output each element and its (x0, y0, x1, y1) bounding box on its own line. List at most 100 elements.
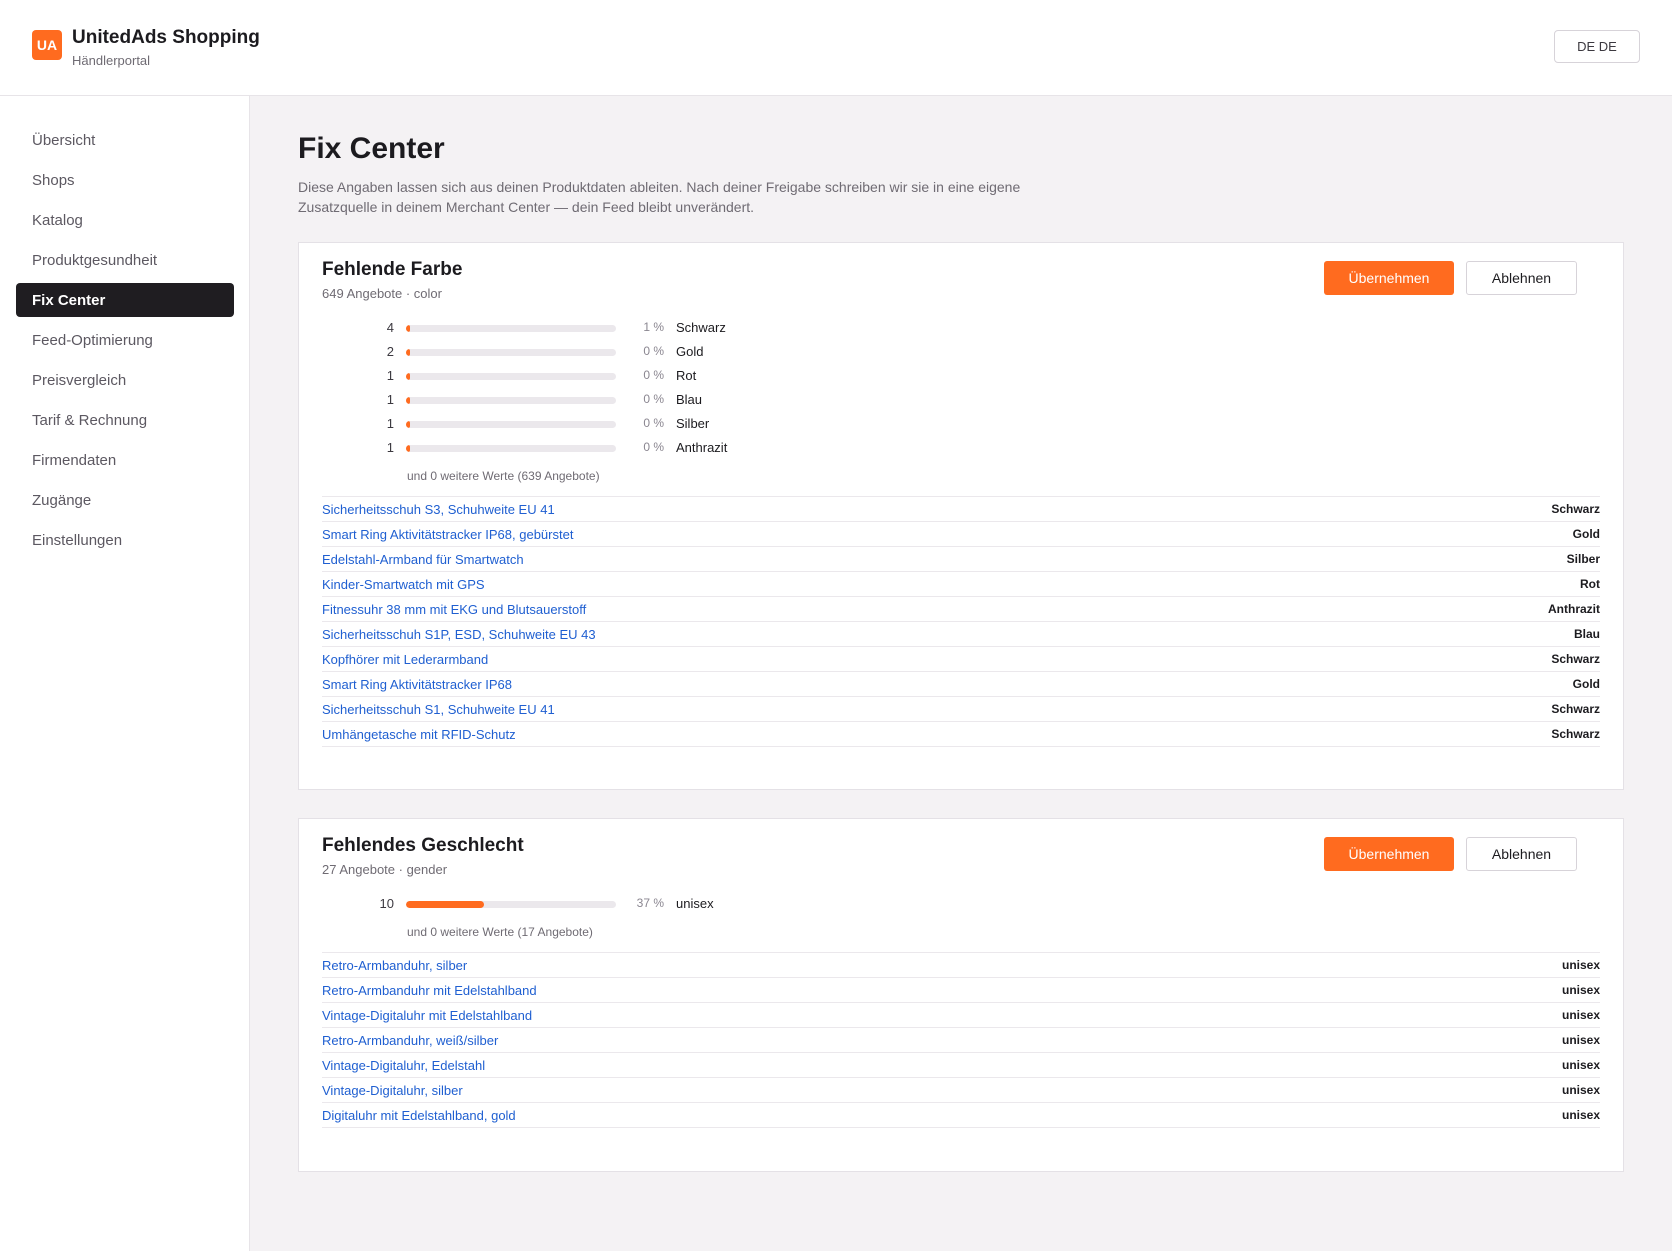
app-title: UnitedAds Shopping (72, 27, 260, 48)
top-bar: UA UnitedAds Shopping Händlerportal DE D… (0, 0, 1672, 96)
fix-card-color: Fehlende Farbe 649 Angebote · color Über… (298, 242, 1624, 790)
distribution-count: 1 (386, 392, 394, 407)
offer-row: Retro-Armbanduhr, silber unisex (322, 953, 1600, 978)
sidebar-item-fix-center[interactable]: Fix Center (16, 283, 234, 317)
offer-link[interactable]: Vintage-Digitaluhr, Edelstahl (322, 1058, 485, 1073)
offer-row: Fitnessuhr 38 mm mit EKG und Blutsauerst… (322, 597, 1600, 622)
offer-value: unisex (1561, 983, 1600, 997)
offer-row: Sicherheitsschuh S3, Schuhweite EU 41 Sch… (322, 497, 1600, 522)
offer-link[interactable]: Smart Ring Aktivitätstracker IP68, gebür… (322, 527, 573, 542)
offer-value: unisex (1561, 1108, 1600, 1122)
sidebar-item-shops[interactable]: Shops (16, 163, 234, 197)
sidebar-item-einstellungen[interactable]: Einstellungen (16, 523, 234, 557)
sidebar-item-tarif-rechnung[interactable]: Tarif & Rechnung (16, 403, 234, 437)
offer-row: Smart Ring Aktivitätstracker IP68, gebür… (322, 522, 1600, 547)
distribution-label: Blau (676, 392, 703, 407)
distribution-bar (406, 421, 616, 428)
distribution-label: unisex (676, 896, 714, 911)
accept-button[interactable]: Übernehmen (1324, 837, 1454, 871)
distribution-bar (406, 349, 616, 356)
accept-button[interactable]: Übernehmen (1324, 261, 1454, 295)
offer-link[interactable]: Sicherheitsschuh S1, Schuhweite EU 41 (322, 702, 555, 717)
offer-row: Vintage-Digitaluhr mit Edelstahlband unis… (322, 1003, 1600, 1028)
offer-row: Retro-Armbanduhr, weiß/silber unisex (322, 1028, 1600, 1053)
offer-value: unisex (1561, 1033, 1600, 1047)
logo-text: UA (36, 37, 58, 53)
offer-value: unisex (1561, 1008, 1600, 1022)
distribution-percent: 1 % (643, 320, 664, 334)
offer-link[interactable]: Vintage-Digitaluhr mit Edelstahlband (322, 1008, 532, 1023)
offer-value: Schwarz (1551, 652, 1600, 666)
distribution-bar-fill (406, 445, 410, 452)
sidebar-item-preisvergleich[interactable]: Preisvergleich (16, 363, 234, 397)
distribution-count: 1 (386, 368, 394, 383)
card-subtitle: 649 Angebote · color (322, 286, 442, 301)
distribution-count: 10 (379, 896, 394, 911)
offer-link[interactable]: Digitaluhr mit Edelstahlband, gold (322, 1108, 516, 1123)
distribution-bar-fill (406, 421, 410, 428)
distribution-bar (406, 901, 616, 908)
card-subtitle: 27 Angebote · gender (322, 862, 448, 877)
distribution-label: Schwarz (676, 320, 726, 335)
sidebar: Übersicht Shops Katalog Produktgesundhei… (0, 96, 250, 1251)
sidebar-item-firmendaten[interactable]: Firmendaten (16, 443, 234, 477)
distribution-bar-fill (406, 349, 410, 356)
offer-link[interactable]: Fitnessuhr 38 mm mit EKG und Blutsauerst… (322, 602, 586, 617)
distribution-percent: 0 % (643, 344, 664, 358)
page-title: Fix Center (298, 132, 445, 165)
offer-value: unisex (1561, 1058, 1600, 1072)
language-button[interactable]: DE DE (1554, 30, 1640, 63)
distribution-row: 4 1 % Schwarz (322, 316, 822, 340)
distribution-percent: 0 % (643, 392, 664, 406)
sidebar-item-produktgesundheit[interactable]: Produktgesundheit (16, 243, 234, 277)
offer-link[interactable]: Edelstahl-Armband für Smartwatch (322, 552, 524, 567)
app-subtitle: Händlerportal (72, 53, 151, 68)
page-description: Diese Angaben lassen sich aus deinen Pro… (298, 179, 1021, 215)
sidebar-item-zugaenge[interactable]: Zugänge (16, 483, 234, 517)
offer-link[interactable]: Retro-Armbanduhr, weiß/silber (322, 1033, 498, 1048)
distribution-row: 2 0 % Gold (322, 340, 822, 364)
distribution-bar-fill (406, 397, 410, 404)
distribution-label: Anthrazit (676, 440, 728, 455)
offer-value: Schwarz (1551, 702, 1600, 716)
distribution-row: 1 0 % Silber (322, 412, 822, 436)
offer-link[interactable]: Kopfhörer mit Lederarmband (322, 652, 488, 667)
offer-link[interactable]: Kinder-Smartwatch mit GPS (322, 577, 485, 592)
offer-value: unisex (1561, 1083, 1600, 1097)
distribution-percent: 0 % (643, 368, 664, 382)
offer-row: Smart Ring Aktivitätstracker IP68 Gold (322, 672, 1600, 697)
distribution-count: 1 (386, 416, 394, 431)
fix-card-gender: Fehlendes Geschlecht 27 Angebote · gende… (298, 818, 1624, 1172)
distribution-bar-fill (406, 325, 410, 332)
sidebar-item-katalog[interactable]: Katalog (16, 203, 234, 237)
offer-row: Sicherheitsschuh S1, Schuhweite EU 41 Sch… (322, 697, 1600, 722)
offer-link[interactable]: Sicherheitsschuh S3, Schuhweite EU 41 (322, 502, 555, 517)
distribution-bar (406, 397, 616, 404)
offer-row: Umhängetasche mit RFID-Schutz Schwarz (322, 722, 1600, 747)
offer-value: Rot (1580, 577, 1600, 591)
sidebar-item-feed-optimierung[interactable]: Feed-Optimierung (16, 323, 234, 357)
sidebar-item-uebersicht[interactable]: Übersicht (16, 123, 234, 157)
brand-logo[interactable]: UA (32, 30, 62, 60)
distribution-label: Silber (676, 416, 710, 431)
offer-row: Vintage-Digitaluhr, silber unisex (322, 1078, 1600, 1103)
offer-row: Edelstahl-Armband für Smartwatch Silber (322, 547, 1600, 572)
offer-link[interactable]: Smart Ring Aktivitätstracker IP68 (322, 677, 512, 692)
distribution-row: 1 0 % Blau (322, 388, 822, 412)
decline-button[interactable]: Ablehnen (1466, 261, 1577, 295)
offer-link[interactable]: Umhängetasche mit RFID-Schutz (322, 727, 516, 742)
distribution-bar (406, 373, 616, 380)
offer-link[interactable]: Retro-Armbanduhr mit Edelstahlband (322, 983, 537, 998)
distribution-percent: 37 % (636, 896, 664, 910)
distribution-row: 1 0 % Rot (322, 364, 822, 388)
offer-value: Blau (1573, 627, 1600, 641)
offer-row: Retro-Armbanduhr mit Edelstahlband unisex (322, 978, 1600, 1003)
offer-link[interactable]: Retro-Armbanduhr, silber (322, 958, 467, 973)
decline-button[interactable]: Ablehnen (1466, 837, 1577, 871)
offer-list: Retro-Armbanduhr, silber unisex Retro-Arm… (322, 952, 1600, 1128)
offer-value: Schwarz (1551, 727, 1600, 741)
offer-list: Sicherheitsschuh S3, Schuhweite EU 41 Sch… (322, 496, 1600, 747)
distribution-bar (406, 325, 616, 332)
offer-link[interactable]: Sicherheitsschuh S1P, ESD, Schuhweite EU… (322, 627, 596, 642)
offer-link[interactable]: Vintage-Digitaluhr, silber (322, 1083, 463, 1098)
